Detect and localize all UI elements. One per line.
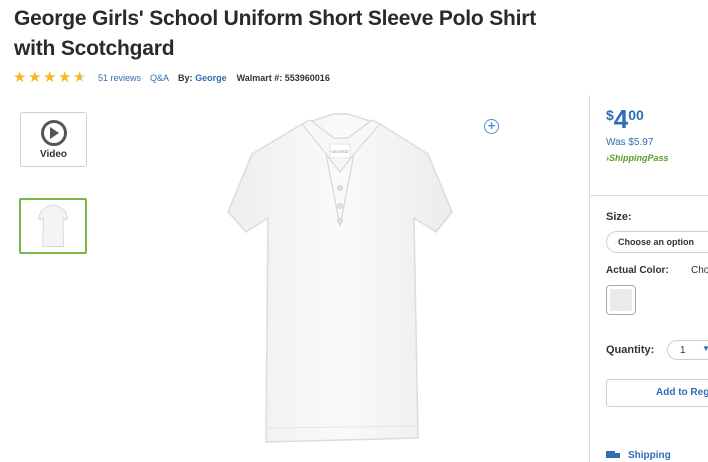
shirt-thumbnail-image xyxy=(37,204,69,248)
quantity-select[interactable]: 1 ▼ xyxy=(667,340,708,360)
product-title: George Girls' School Uniform Short Sleev… xyxy=(14,7,537,60)
zoom-plus-icon[interactable]: + xyxy=(484,119,499,134)
product-meta-row: ★ ★ ★ ★ ★ 51 reviews Q&A By: George Walm… xyxy=(13,69,330,87)
walmart-number: Walmart #: 553960016 xyxy=(236,73,330,83)
quantity-label: Quantity: xyxy=(606,344,655,356)
price-currency: $ xyxy=(606,107,614,123)
size-select[interactable]: Choose an option xyxy=(606,231,708,253)
price-dollars: 4 xyxy=(613,104,629,134)
quantity-value: 1 xyxy=(680,345,686,356)
shipping-info[interactable]: Shipping xyxy=(606,450,671,461)
video-thumbnail[interactable]: Video xyxy=(20,112,87,167)
star-rating[interactable]: ★ ★ ★ ★ ★ xyxy=(13,70,88,86)
was-price: Was $5.97 xyxy=(606,137,654,148)
size-label: Size: xyxy=(606,211,632,223)
qa-link[interactable]: Q&A xyxy=(150,73,169,83)
truck-icon xyxy=(606,451,620,460)
add-to-registry-button[interactable]: Add to Reg xyxy=(606,379,708,407)
price-cents: 00 xyxy=(628,107,644,123)
shipping-pass-badge[interactable]: ›ShippingPass xyxy=(606,153,669,163)
star-icon: ★ xyxy=(28,69,42,86)
video-label: Video xyxy=(39,148,68,160)
product-main-image: GEORGE xyxy=(227,113,453,443)
by-label: By: xyxy=(178,73,193,83)
shipping-label: Shipping xyxy=(628,450,671,461)
star-icon: ★ xyxy=(58,69,72,86)
star-half-icon: ★ xyxy=(73,69,87,86)
buy-box: $ 4 00 Was $5.97 ›ShippingPass Size: Cho… xyxy=(589,95,708,462)
chevron-down-icon: ▼ xyxy=(702,344,708,353)
actual-color-value: Cho xyxy=(691,265,708,276)
current-price: $ 4 00 xyxy=(606,105,644,133)
color-swatch[interactable] xyxy=(606,285,636,315)
actual-color-label: Actual Color: xyxy=(606,265,669,276)
shirt-label-text: GEORGE xyxy=(331,149,349,154)
star-icon: ★ xyxy=(43,69,57,86)
star-icon: ★ xyxy=(13,69,27,86)
divider xyxy=(590,195,708,196)
brand-link[interactable]: George xyxy=(195,73,227,83)
brand-byline: By: George xyxy=(178,73,227,83)
image-thumbnail-selected[interactable] xyxy=(19,198,87,254)
play-icon xyxy=(40,119,67,146)
reviews-link[interactable]: 51 reviews xyxy=(98,73,141,83)
